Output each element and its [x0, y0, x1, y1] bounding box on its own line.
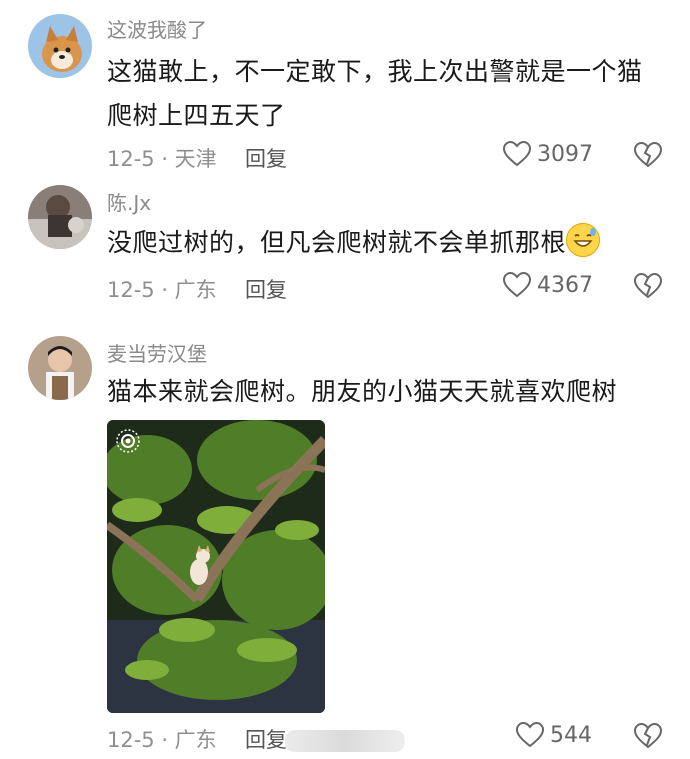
heart-icon	[503, 141, 531, 167]
attached-photo[interactable]	[107, 420, 325, 713]
reply-button[interactable]: 回复	[245, 724, 287, 754]
broken-heart-icon	[633, 141, 663, 168]
avatar[interactable]	[28, 14, 92, 78]
username[interactable]: 陈.Jx	[107, 187, 151, 216]
avatar[interactable]	[28, 336, 92, 400]
heart-icon	[503, 272, 531, 298]
heart-icon	[516, 722, 544, 748]
reply-button[interactable]: 回复	[245, 274, 287, 304]
dislike-button[interactable]	[633, 722, 663, 753]
comment-item: 麦当劳汉堡 猫本来就会爬树。朋友的小猫天天就喜欢爬树 12-5 · 广东 回复 …	[0, 330, 690, 759]
reply-button[interactable]: 回复	[245, 143, 287, 173]
date-location: 12-5 · 广东	[107, 278, 217, 302]
like-button[interactable]: 544	[516, 722, 592, 748]
grinning-sweat-emoji	[566, 223, 601, 257]
comment-text-line: 猫本来就会爬树。朋友的小猫天天就喜欢爬树	[107, 377, 618, 406]
like-button[interactable]: 4367	[503, 272, 593, 298]
comment-item: 陈.Jx 没爬过树的，但凡会爬树就不会单抓那根 12-5 · 广东 回复 436…	[0, 183, 690, 313]
comment-text-line: 爬树上四五天了	[107, 101, 286, 130]
username[interactable]: 麦当劳汉堡	[107, 338, 207, 367]
date-location: 12-5 · 天津	[107, 147, 217, 171]
broken-heart-icon	[633, 722, 663, 749]
date-location: 12-5 · 广东	[107, 728, 217, 752]
like-count: 4367	[537, 272, 593, 298]
username[interactable]: 这波我酸了	[107, 14, 207, 43]
dislike-button[interactable]	[633, 272, 663, 303]
like-button[interactable]: 3097	[503, 141, 593, 167]
comment-text-line: 这猫敢上，不一定敢下，我上次出警就是一个猫	[107, 57, 643, 86]
dislike-button[interactable]	[633, 141, 663, 172]
comment-item: 这波我酸了 这猫敢上，不一定敢下，我上次出警就是一个猫 爬树上四五天了 12-5…	[0, 0, 690, 180]
watermark	[285, 730, 405, 752]
comment-text: 猫本来就会爬树。朋友的小猫天天就喜欢爬树	[107, 370, 667, 414]
avatar[interactable]	[28, 185, 92, 249]
broken-heart-icon	[633, 272, 663, 299]
like-count: 3097	[537, 141, 593, 167]
comment-text: 这猫敢上，不一定敢下，我上次出警就是一个猫 爬树上四五天了	[107, 50, 667, 138]
comment-text-line: 没爬过树的，但凡会爬树就不会单抓那根	[107, 228, 567, 257]
comment-text: 没爬过树的，但凡会爬树就不会单抓那根	[107, 221, 667, 265]
like-count: 544	[550, 722, 592, 748]
